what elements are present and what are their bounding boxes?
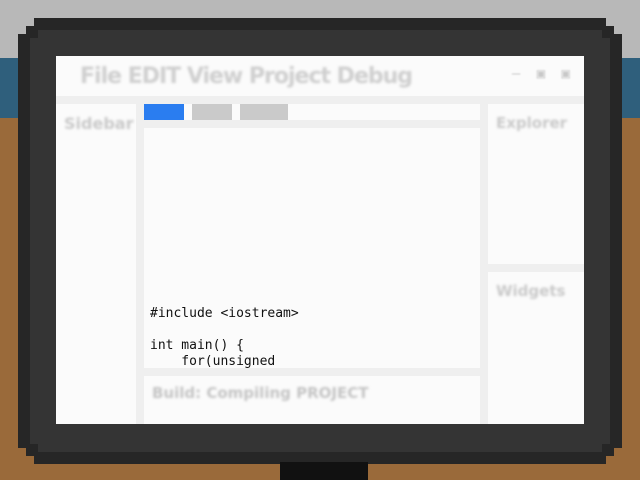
widgets-title: Widgets	[496, 282, 566, 300]
explorer-panel: Explorer	[488, 104, 584, 264]
monitor-screen: File EDIT View Project Debug — ▣ ▣ Sideb…	[56, 56, 584, 424]
code-editor[interactable]: #include <iostream> int main() { for(uns…	[144, 128, 480, 370]
sidebar-title: Sidebar	[64, 114, 134, 133]
explorer-title: Explorer	[496, 114, 568, 132]
tab-second[interactable]	[192, 104, 232, 120]
tab-third[interactable]	[240, 104, 288, 120]
output-text: Build: Compiling PROJECT	[152, 384, 369, 402]
editor-tab-bar	[144, 104, 480, 120]
tab-active[interactable]	[144, 104, 184, 120]
monitor-stand	[280, 462, 368, 480]
code-content[interactable]: #include <iostream> int main() { for(uns…	[150, 306, 299, 370]
output-panel: Build: Compiling PROJECT	[144, 376, 480, 424]
title-bar: File EDIT View Project Debug — ▣ ▣	[56, 56, 584, 96]
menu-bar[interactable]: File EDIT View Project Debug	[80, 64, 413, 89]
widgets-panel: Widgets	[488, 272, 584, 424]
sidebar-panel: Sidebar	[56, 104, 136, 424]
window-controls[interactable]: — ▣ ▣	[512, 66, 574, 82]
